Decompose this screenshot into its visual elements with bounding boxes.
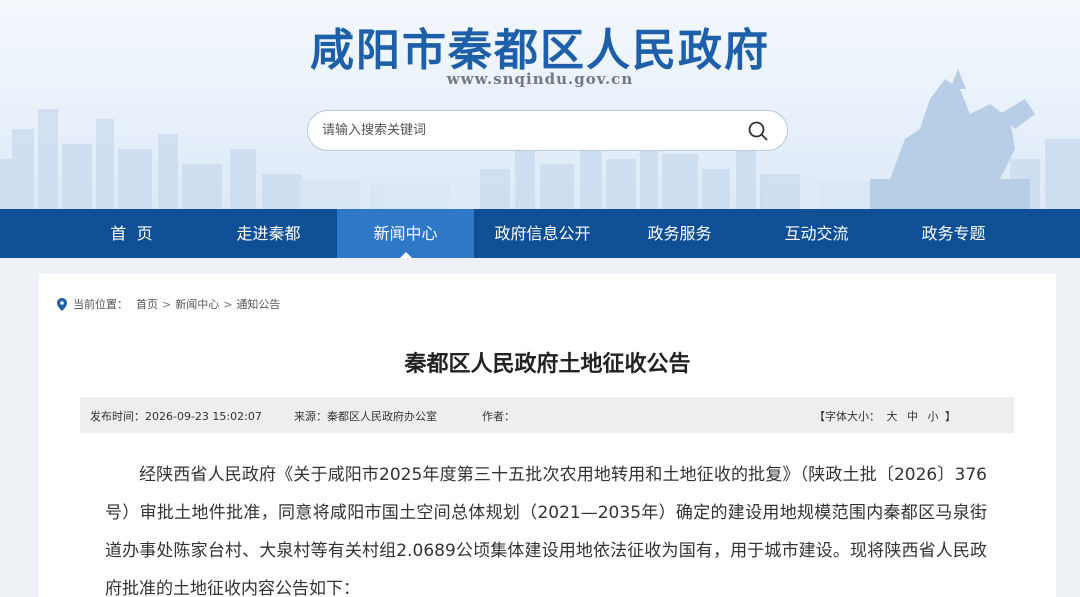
nav-item-gov-info[interactable]: 政府信息公开 [474, 209, 611, 258]
breadcrumb-separator: > [223, 297, 233, 311]
font-size-small-button[interactable]: 小 [928, 410, 939, 423]
nav-item-gov-services[interactable]: 政务服务 [611, 209, 748, 258]
article-author: 作者： [482, 410, 515, 423]
breadcrumb-home-link[interactable]: 首页 [136, 296, 158, 312]
publish-time: 发布时间：2026-09-23 15:02:07 [90, 410, 262, 423]
search-icon [748, 121, 768, 141]
font-size-control: 【字体大小： 大 中 小 】 [814, 408, 956, 424]
breadcrumb: 当前位置： 首页 > 新闻中心 > 通知公告 [57, 296, 280, 312]
main-nav: 首 页 走进秦都 新闻中心 政府信息公开 政务服务 互动交流 政务专题 [0, 209, 1080, 258]
font-size-medium-button[interactable]: 中 [907, 410, 918, 423]
nav-item-interaction[interactable]: 互动交流 [748, 209, 885, 258]
breadcrumb-news-link[interactable]: 新闻中心 [175, 296, 219, 312]
article-source: 来源：秦都区人民政府办公室 [294, 410, 437, 423]
breadcrumb-separator: > [162, 297, 172, 311]
font-size-large-button[interactable]: 大 [887, 410, 898, 423]
site-title: 咸阳市秦都区人民政府 [310, 25, 770, 76]
nav-item-special-topics[interactable]: 政务专题 [885, 209, 1022, 258]
article-body-paragraph: 经陕西省人民政府《关于咸阳市2025年度第三十五批次农用地转用和土地征收的批复》… [105, 465, 987, 597]
search-input[interactable] [322, 111, 732, 150]
header-banner: 咸阳市秦都区人民政府 www.snqindu.gov.cn [0, 0, 1080, 209]
article-meta-bar: 发布时间：2026-09-23 15:02:07 来源：秦都区人民政府办公室 作… [80, 397, 1014, 433]
search-box [307, 110, 788, 151]
nav-item-about-qindu[interactable]: 走进秦都 [200, 209, 337, 258]
article-title: 秦都区人民政府土地征收公告 [404, 352, 691, 377]
font-size-label: 【字体大小： [814, 410, 880, 423]
site-domain: www.snqindu.gov.cn [446, 70, 634, 88]
location-pin-icon [57, 297, 67, 311]
font-size-label-end: 】 [945, 410, 956, 423]
nav-item-home[interactable]: 首 页 [63, 209, 200, 258]
nav-item-news-center[interactable]: 新闻中心 [337, 209, 474, 258]
search-button[interactable] [747, 120, 769, 142]
breadcrumb-prefix: 当前位置： [73, 298, 128, 311]
breadcrumb-notice-link[interactable]: 通知公告 [236, 296, 280, 312]
article-card: 当前位置： 首页 > 新闻中心 > 通知公告 秦都区人民政府土地征收公告 发布时… [39, 274, 1056, 597]
